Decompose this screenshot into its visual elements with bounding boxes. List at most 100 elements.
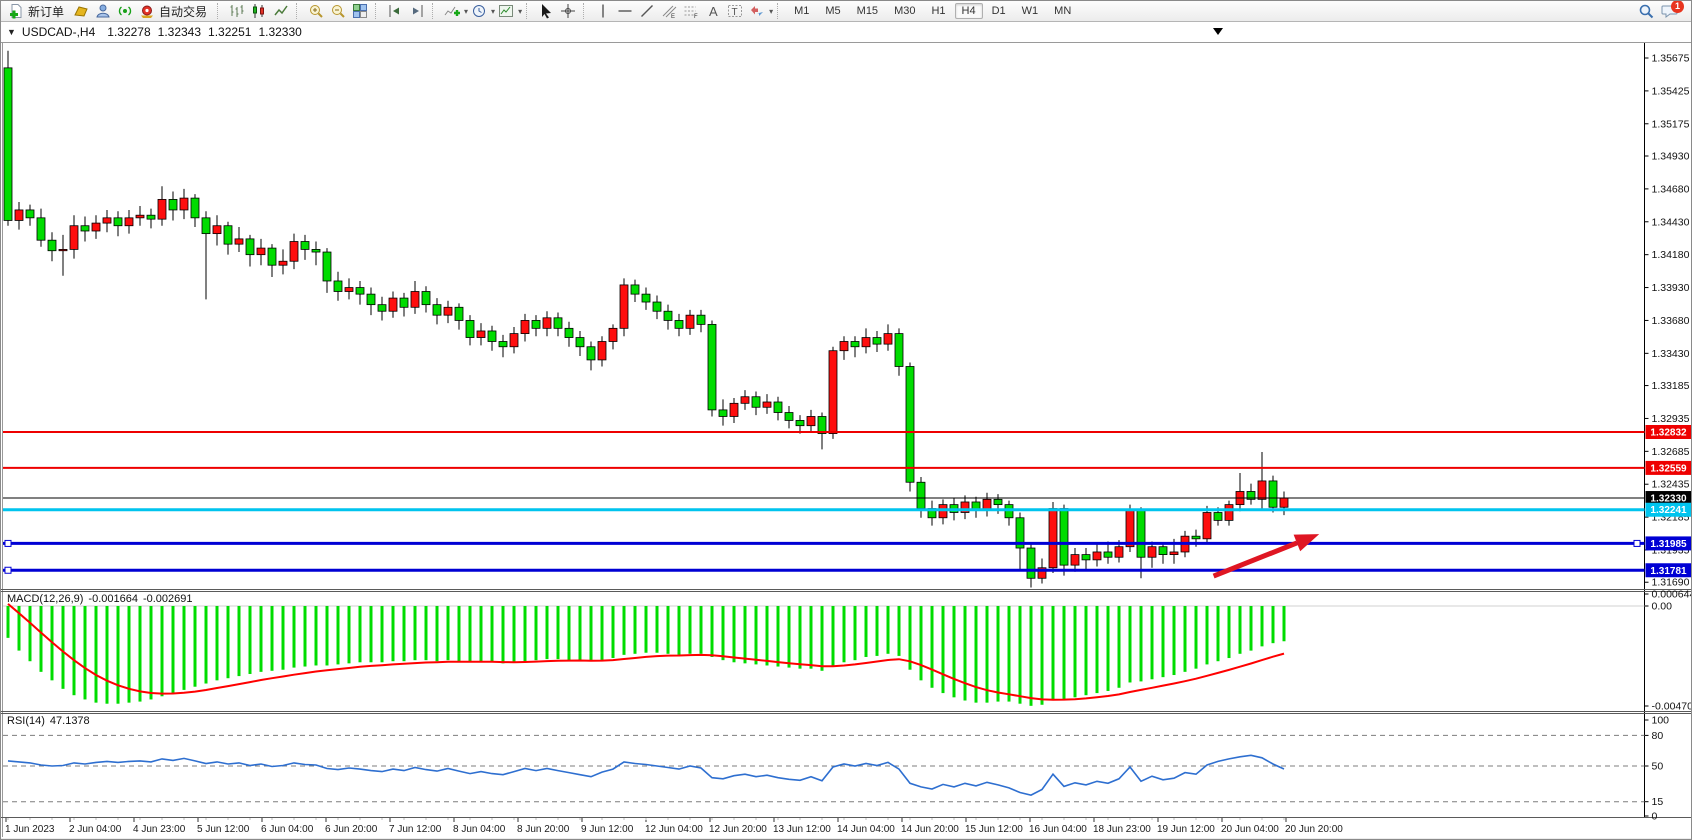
periods-clock-icon[interactable] xyxy=(469,2,489,20)
line-chart-mode-icon[interactable] xyxy=(271,2,291,20)
periods-caret-icon[interactable]: ▾ xyxy=(491,7,495,16)
macd-axis[interactable]: 0.0006440.00-0.004708 xyxy=(3,589,1692,713)
candle-up xyxy=(840,341,848,350)
text-tool-icon[interactable]: A xyxy=(703,2,723,20)
macd-bar xyxy=(733,606,736,662)
svg-text:1.33930: 1.33930 xyxy=(1652,282,1690,294)
macd-bar xyxy=(920,606,923,680)
macd-bar xyxy=(293,606,296,668)
autotrade-icon[interactable] xyxy=(137,2,157,20)
rsi-title: RSI(14)47.1378 xyxy=(7,715,95,727)
templates-icon[interactable] xyxy=(496,2,516,20)
templates-caret-icon[interactable]: ▾ xyxy=(518,7,522,16)
signal-icon[interactable] xyxy=(115,2,135,20)
rsi-panel xyxy=(8,755,1284,795)
macd-bar xyxy=(1052,606,1055,701)
candle-down xyxy=(334,281,342,292)
trendline-tool-icon[interactable] xyxy=(637,2,657,20)
timeframe-button-m15[interactable]: M15 xyxy=(850,3,885,19)
macd-bar xyxy=(73,606,76,695)
timeframe-button-m5[interactable]: M5 xyxy=(818,3,847,19)
candle-down xyxy=(719,410,727,417)
candle-down xyxy=(4,68,12,221)
candle-up xyxy=(1280,498,1288,507)
macd-bar xyxy=(7,606,10,638)
macd-bar xyxy=(942,606,945,693)
macd-bar xyxy=(480,606,483,661)
candle-up xyxy=(444,307,452,315)
notification-badge[interactable]: 1 xyxy=(1671,0,1684,13)
chart-canvas[interactable]: 1.356751.354251.351751.349301.346801.344… xyxy=(1,22,1692,840)
svg-text:6 Jun 04:00: 6 Jun 04:00 xyxy=(261,824,314,835)
svg-text:A: A xyxy=(709,4,718,19)
macd-bar xyxy=(931,606,934,688)
text-label-tool-icon[interactable]: T xyxy=(725,2,745,20)
candle-up xyxy=(807,416,815,425)
candle-up xyxy=(411,292,419,308)
market-watch-icon[interactable] xyxy=(71,2,91,20)
candle-down xyxy=(268,248,276,265)
timeframe-button-h4[interactable]: H4 xyxy=(955,3,983,19)
time-axis[interactable]: 1 Jun 20232 Jun 04:004 Jun 23:005 Jun 12… xyxy=(5,818,1343,835)
line-handle xyxy=(1634,540,1640,546)
candle-down xyxy=(1060,509,1068,566)
candle-down xyxy=(697,315,705,324)
svg-text:20 Jun 20:00: 20 Jun 20:00 xyxy=(1285,824,1343,835)
zoom-in-icon[interactable] xyxy=(306,2,326,20)
indicators-icon[interactable] xyxy=(442,2,462,20)
high-value: 1.32343 xyxy=(158,25,201,39)
collapse-icon[interactable]: ▼ xyxy=(7,27,16,37)
macd-bar xyxy=(634,606,637,654)
new-order-label[interactable]: 新订单 xyxy=(28,3,64,20)
macd-bar xyxy=(1228,606,1231,658)
candle-up xyxy=(1093,552,1101,560)
chart-shift-icon[interactable] xyxy=(385,2,405,20)
svg-text:1.31781: 1.31781 xyxy=(1650,566,1687,577)
candle-down xyxy=(191,198,199,218)
equidistant-channel-tool-icon[interactable]: E xyxy=(659,2,679,20)
horizontal-line-tool-icon[interactable] xyxy=(615,2,635,20)
rsi-value: 47.1378 xyxy=(50,715,90,727)
timeframe-button-d1[interactable]: D1 xyxy=(985,3,1013,19)
macd-bar xyxy=(535,606,538,660)
macd-bar xyxy=(590,606,593,661)
arrows-caret-icon[interactable]: ▾ xyxy=(769,7,773,16)
indicators-caret-icon[interactable]: ▾ xyxy=(464,7,468,16)
macd-bar xyxy=(1129,606,1132,682)
timeframe-button-h1[interactable]: H1 xyxy=(924,3,952,19)
timeframe-button-m30[interactable]: M30 xyxy=(887,3,922,19)
fibonacci-tool-icon[interactable]: F xyxy=(681,2,701,20)
macd-bar xyxy=(95,606,98,703)
timeframe-button-w1[interactable]: W1 xyxy=(1015,3,1046,19)
svg-text:100: 100 xyxy=(1652,715,1670,727)
zoom-out-icon[interactable] xyxy=(328,2,348,20)
crosshair-icon[interactable] xyxy=(558,2,578,20)
arrows-tool-icon[interactable] xyxy=(747,2,767,20)
timeframe-button-mn[interactable]: MN xyxy=(1047,3,1078,19)
candle-down xyxy=(752,397,760,408)
search-icon[interactable] xyxy=(1636,2,1656,20)
macd-bar xyxy=(612,606,615,658)
tile-windows-icon[interactable] xyxy=(350,2,370,20)
macd-bar xyxy=(436,606,439,661)
bar-chart-mode-icon[interactable] xyxy=(227,2,247,20)
macd-bar xyxy=(1250,606,1253,651)
timeframe-button-m1[interactable]: M1 xyxy=(787,3,816,19)
svg-text:14 Jun 04:00: 14 Jun 04:00 xyxy=(837,824,895,835)
candle-down xyxy=(323,252,331,281)
svg-text:1.34180: 1.34180 xyxy=(1652,249,1690,261)
macd-bar xyxy=(469,606,472,662)
macd-bar xyxy=(29,606,32,661)
level-lines[interactable]: 1.328321.325591.323301.322411.319851.317… xyxy=(3,425,1692,577)
macd-bar xyxy=(722,606,725,660)
notifications-chat-icon[interactable]: 1 xyxy=(1658,2,1682,20)
profile-icon[interactable] xyxy=(93,2,113,20)
candlestick-mode-icon[interactable] xyxy=(249,2,269,20)
autotrade-label[interactable]: 自动交易 xyxy=(159,3,207,20)
macd-title: MACD(12,26,9)-0.001664-0.002691 xyxy=(7,593,198,605)
new-order-icon[interactable] xyxy=(6,2,26,20)
auto-scroll-icon[interactable] xyxy=(407,2,427,20)
vertical-line-tool-icon[interactable] xyxy=(593,2,613,20)
cursor-icon[interactable] xyxy=(536,2,556,20)
rsi-axis[interactable]: 1008050150 xyxy=(3,715,1669,823)
